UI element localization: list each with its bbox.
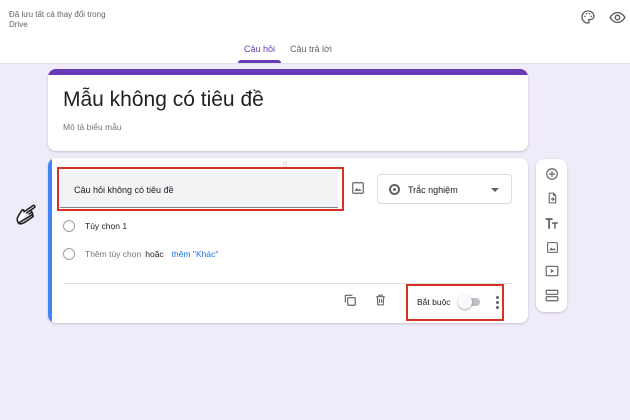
add-question-icon[interactable] [542, 164, 562, 184]
chevron-down-icon [491, 188, 499, 192]
add-option-link[interactable]: Thêm tùy chọn [85, 249, 141, 259]
floating-toolbar [536, 159, 567, 312]
top-bar: Đã lưu tất cả thay đổi trong Drive Câu h… [0, 0, 630, 64]
save-status: Đã lưu tất cả thay đổi trong Drive [9, 10, 106, 29]
form-title[interactable]: Mẫu không có tiêu đề [63, 88, 264, 112]
form-description-field[interactable]: Mô tả biểu mẫu [63, 122, 122, 132]
add-section-icon[interactable] [542, 285, 562, 305]
accent-bar [48, 69, 528, 75]
or-text: hoặc [145, 249, 164, 259]
import-questions-icon[interactable] [542, 188, 562, 208]
question-type-dropdown[interactable]: Trắc nghiệm [377, 174, 512, 204]
tab-questions[interactable]: Câu hỏi [244, 44, 275, 54]
required-toggle[interactable] [458, 295, 482, 309]
active-card-bar [48, 158, 52, 323]
drag-handle-icon[interactable]: ⠿ [282, 161, 289, 170]
required-label: Bắt buộc [417, 297, 451, 307]
toggle-thumb [458, 295, 472, 309]
add-image-icon[interactable] [542, 237, 562, 257]
add-option-row: Thêm tùy chọn hoặc thêm "Khác" [63, 247, 218, 261]
active-tab-indicator [238, 60, 281, 63]
add-other-link[interactable]: thêm "Khác" [172, 249, 219, 259]
footer-divider [64, 283, 512, 284]
more-options-icon[interactable] [491, 292, 503, 312]
tab-responses[interactable]: Câu trả lời [290, 44, 332, 54]
option-row[interactable]: Tùy chọn 1 [63, 219, 127, 233]
eye-icon[interactable] [607, 7, 627, 27]
radio-button-icon [389, 184, 400, 195]
question-type-label: Trắc nghiệm [408, 185, 458, 195]
add-video-icon[interactable] [542, 261, 562, 281]
delete-icon[interactable] [371, 291, 389, 309]
question-title-text: Câu hỏi không có tiêu đề [74, 185, 174, 195]
duplicate-icon[interactable] [341, 291, 359, 309]
add-title-icon[interactable] [542, 213, 562, 233]
radio-circle-icon [63, 248, 75, 260]
pointing-hand-icon [12, 198, 44, 230]
radio-circle-icon [63, 220, 75, 232]
palette-icon[interactable] [578, 7, 598, 27]
option-label[interactable]: Tùy chọn 1 [85, 221, 127, 231]
add-image-icon[interactable] [348, 178, 368, 198]
